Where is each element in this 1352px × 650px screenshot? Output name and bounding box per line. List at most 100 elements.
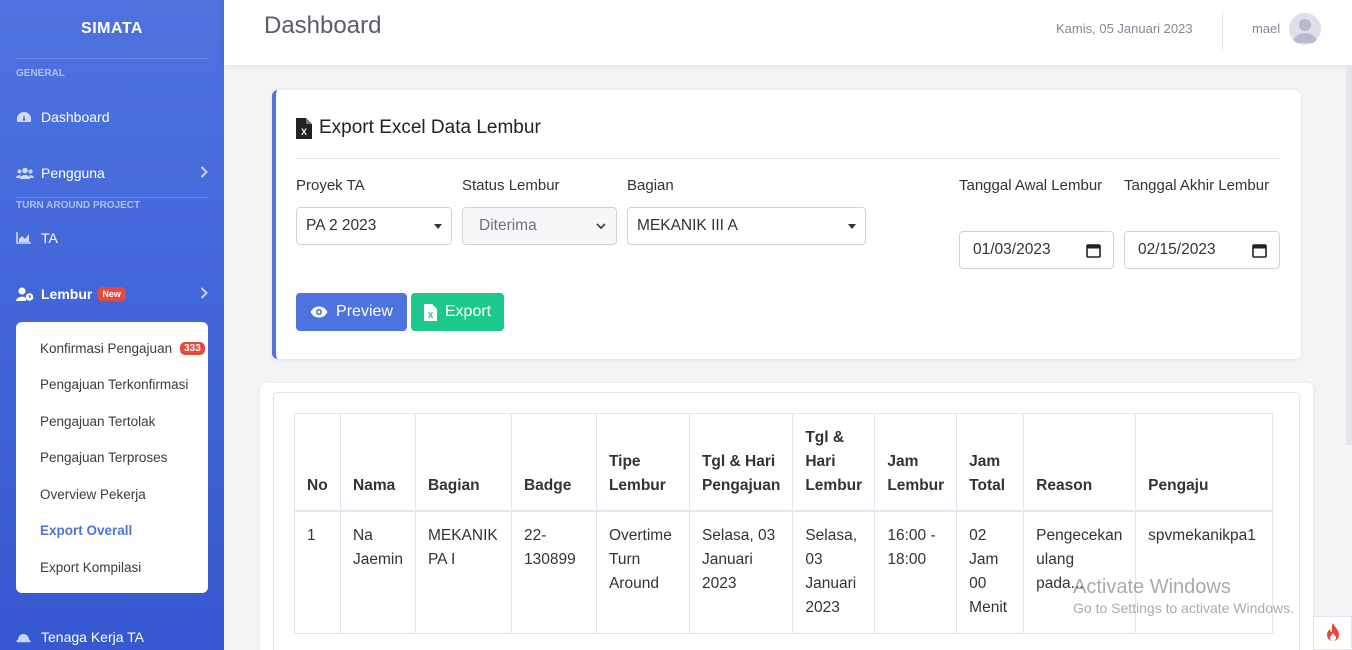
file-excel-icon: X <box>423 303 437 321</box>
submenu-item-label: Pengajuan Terkonfirmasi <box>40 377 189 393</box>
column-header-reason[interactable]: Reason <box>1023 413 1137 512</box>
eye-icon <box>310 306 328 318</box>
table-cell: 02 Jam 00 Menit <box>956 510 1025 634</box>
flame-icon <box>1326 623 1339 641</box>
new-badge: New <box>97 287 126 301</box>
flame-icon-button[interactable] <box>1313 616 1352 650</box>
proyek-label: Proyek TA <box>296 177 365 194</box>
bagian-select[interactable]: MEKANIK III A <box>627 207 866 245</box>
submenu-item-export-kompilasi[interactable]: Export Kompilasi <box>16 549 208 586</box>
column-header-tgl-pengajuan[interactable]: Tgl & Hari Pengajuan <box>688 413 794 512</box>
submenu-item-label: Overview Pekerja <box>40 486 146 502</box>
lembur-submenu: Konfirmasi Pengajuan 333 Pengajuan Terko… <box>16 322 208 593</box>
page-title: Dashboard <box>264 12 382 39</box>
table-cell: 16:00 - 18:00 <box>874 510 958 634</box>
status-select-value: Diterima <box>479 217 537 234</box>
status-select[interactable]: Diterima <box>462 207 617 245</box>
svg-text:X: X <box>301 127 307 137</box>
table-header-row: No Nama Bagian Badge Tipe Lembur Tgl & H… <box>294 413 1274 512</box>
card-title-text: Export Excel Data Lembur <box>319 117 541 138</box>
column-header-no[interactable]: No <box>294 413 341 512</box>
submenu-item-konfirmasi-pengajuan[interactable]: Konfirmasi Pengajuan 333 <box>16 330 208 367</box>
avatar[interactable] <box>1289 13 1321 45</box>
submenu-item-pengajuan-terproses[interactable]: Pengajuan Terproses <box>16 440 208 477</box>
count-badge: 333 <box>180 341 205 355</box>
brand-logo[interactable]: SIMATA <box>0 0 224 58</box>
bagian-label: Bagian <box>627 177 674 194</box>
card-divider <box>296 158 1281 159</box>
sidebar-item-dashboard[interactable]: Dashboard <box>0 97 224 137</box>
chevron-right-icon <box>200 286 208 302</box>
chevron-down-icon <box>596 223 606 230</box>
submenu-item-label: Export Kompilasi <box>40 559 142 575</box>
table-cell: Na Jaemin <box>340 510 416 634</box>
table-cell: Overtime Turn Around <box>595 510 690 634</box>
bagian-select-value: MEKANIK III A <box>637 217 738 234</box>
user-clock-icon <box>16 287 34 301</box>
user-avatar-icon <box>1293 19 1317 43</box>
proyek-select-value: PA 2 2023 <box>306 217 377 234</box>
column-header-jam-total[interactable]: Jam Total <box>956 413 1025 512</box>
column-header-bagian[interactable]: Bagian <box>414 413 512 512</box>
svg-text:X: X <box>428 311 434 320</box>
topbar-divider <box>1222 12 1223 50</box>
sidebar-item-lembur[interactable]: Lembur New <box>0 274 224 314</box>
tanggal-akhir-input[interactable]: 02/15/2023 <box>1124 231 1280 269</box>
submenu-item-pengajuan-tertolak[interactable]: Pengajuan Tertolak <box>16 403 208 440</box>
file-excel-icon: X <box>296 117 312 139</box>
column-header-badge[interactable]: Badge <box>510 413 597 512</box>
tanggal-akhir-label: Tanggal Akhir Lembur <box>1124 177 1270 194</box>
column-header-nama[interactable]: Nama <box>340 413 416 512</box>
sidebar-item-label: Dashboard <box>41 109 110 125</box>
calendar-icon[interactable] <box>1086 243 1101 258</box>
submenu-item-label: Konfirmasi Pengajuan <box>40 340 173 356</box>
sidebar-item-label: Pengguna <box>41 165 105 181</box>
windows-activation-subtitle: Go to Settings to activate Windows. <box>1073 600 1294 616</box>
submenu-item-label: Pengajuan Terproses <box>40 450 168 466</box>
card-title: X Export Excel Data Lembur <box>296 117 541 139</box>
submenu-item-label: Pengajuan Tertolak <box>40 413 156 429</box>
submenu-item-export-overall[interactable]: Export Overall <box>16 513 208 550</box>
column-header-jam-lembur[interactable]: Jam Lembur <box>874 413 958 512</box>
windows-activation-title: Activate Windows <box>1073 576 1231 598</box>
column-header-tgl-lembur[interactable]: Tgl & Hari Lembur <box>792 413 876 512</box>
tanggal-awal-input[interactable]: 01/03/2023 <box>959 231 1114 269</box>
chart-area-icon <box>16 232 34 244</box>
submenu-item-pengajuan-terkonfirmasi[interactable]: Pengajuan Terkonfirmasi <box>16 367 208 404</box>
tanggal-akhir-value: 02/15/2023 <box>1138 241 1216 258</box>
table-cell: 22-130899 <box>510 510 597 634</box>
table-cell: 1 <box>294 510 341 634</box>
section-label-general: GENERAL <box>16 68 65 79</box>
topbar: Dashboard Kamis, 05 Januari 2023 mael <box>224 0 1352 65</box>
section-label-turn-around: TURN AROUND PROJECT <box>16 200 141 211</box>
column-header-pengaju[interactable]: Pengaju <box>1135 413 1274 512</box>
chevron-right-icon <box>200 165 208 181</box>
submenu-item-overview-pekerja[interactable]: Overview Pekerja <box>16 476 208 513</box>
sidebar-item-ta[interactable]: TA <box>0 218 224 258</box>
tanggal-awal-label: Tanggal Awal Lembur <box>959 177 1103 194</box>
current-date: Kamis, 05 Januari 2023 <box>1056 21 1193 36</box>
tachometer-icon <box>16 111 34 123</box>
calendar-icon[interactable] <box>1252 243 1267 258</box>
sidebar-item-label: Tenaga Kerja TA <box>41 629 144 645</box>
preview-button-label: Preview <box>336 303 393 320</box>
user-name[interactable]: mael <box>1252 21 1280 36</box>
users-icon <box>16 167 34 179</box>
sidebar-item-label: TA <box>41 230 58 246</box>
column-header-tipe-lembur[interactable]: Tipe Lembur <box>595 413 690 512</box>
proyek-select[interactable]: PA 2 2023 <box>296 207 452 245</box>
sidebar-item-label: Lembur <box>41 286 93 302</box>
page-scrollbar[interactable] <box>1346 65 1352 445</box>
tanggal-awal-value: 01/03/2023 <box>973 241 1051 258</box>
preview-button[interactable]: Preview <box>296 293 407 331</box>
export-button[interactable]: X Export <box>411 293 504 331</box>
sidebar-item-tenaga-kerja[interactable]: Tenaga Kerja TA <box>0 617 224 650</box>
hard-hat-icon <box>16 631 34 643</box>
status-label: Status Lembur <box>462 177 560 194</box>
export-button-label: Export <box>444 303 492 320</box>
submenu-item-label: Export Overall <box>40 523 133 539</box>
sidebar-item-pengguna[interactable]: Pengguna <box>0 153 224 193</box>
table-cell: Selasa, 03 Januari 2023 <box>792 510 876 634</box>
export-card: X Export Excel Data Lembur Proyek TA PA … <box>272 90 1301 359</box>
table-cell: MEKANIK PA I <box>414 510 512 634</box>
